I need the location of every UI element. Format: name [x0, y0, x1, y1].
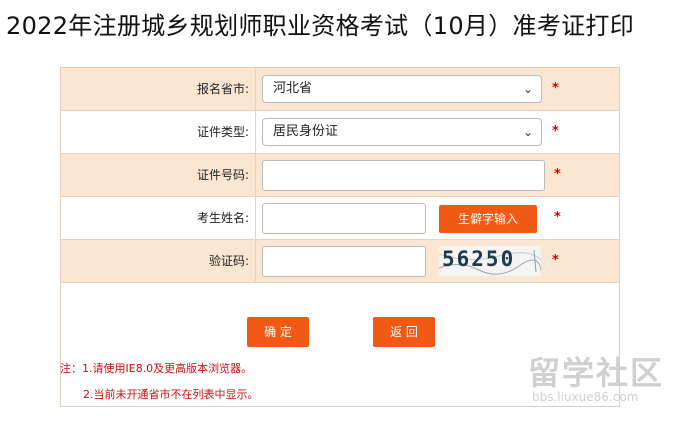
captcha-image[interactable]: 56250: [439, 246, 541, 276]
required-mark: *: [552, 253, 559, 268]
row-name: 考生姓名: 生僻字输入 *: [61, 197, 619, 240]
captcha-digits: 56250: [442, 247, 516, 271]
page-title: 2022年注册城乡规划师职业资格考试（10月）准考证打印: [6, 12, 635, 40]
watermark-url: bbs.liuxue86.com: [532, 390, 639, 404]
confirm-button[interactable]: 确 定: [247, 317, 309, 347]
name-input[interactable]: [262, 203, 426, 234]
required-mark: *: [554, 210, 561, 225]
chevron-down-icon: ⌄: [522, 125, 533, 139]
captcha-input[interactable]: [262, 246, 426, 277]
captcha-label: 验证码:: [208, 254, 249, 268]
required-mark: *: [552, 81, 559, 96]
id-type-select-value: 居民身份证: [273, 124, 339, 139]
id-number-label: 证件号码:: [196, 168, 249, 182]
note-line-2: 2.当前未开通省市不在列表中显示。: [83, 388, 259, 401]
site-watermark: 留学社区 bbs.liuxue86.com: [528, 348, 694, 418]
id-type-select[interactable]: 居民身份证 ⌄: [262, 118, 542, 146]
required-mark: *: [552, 124, 559, 139]
row-province: 报名省市: 河北省 ⌄ *: [61, 68, 619, 111]
id-number-input[interactable]: [262, 160, 545, 191]
required-mark: *: [554, 167, 561, 182]
note-line-1: 注：1.请使用IE8.0及更高版本浏览器。: [60, 362, 253, 375]
province-select[interactable]: 河北省 ⌄: [262, 75, 542, 103]
province-select-value: 河北省: [273, 81, 313, 96]
chevron-down-icon: ⌄: [522, 82, 533, 96]
province-label: 报名省市:: [196, 82, 249, 96]
rare-character-input-button[interactable]: 生僻字输入: [439, 205, 537, 233]
watermark-logo: 留学社区: [528, 354, 665, 392]
name-label: 考生姓名:: [196, 211, 249, 225]
row-id-type: 证件类型: 居民身份证 ⌄ *: [61, 111, 619, 154]
back-button[interactable]: 返 回: [373, 317, 435, 347]
row-id-number: 证件号码: *: [61, 154, 619, 197]
id-type-label: 证件类型:: [196, 125, 249, 139]
row-captcha: 验证码: 56250 *: [61, 240, 619, 283]
